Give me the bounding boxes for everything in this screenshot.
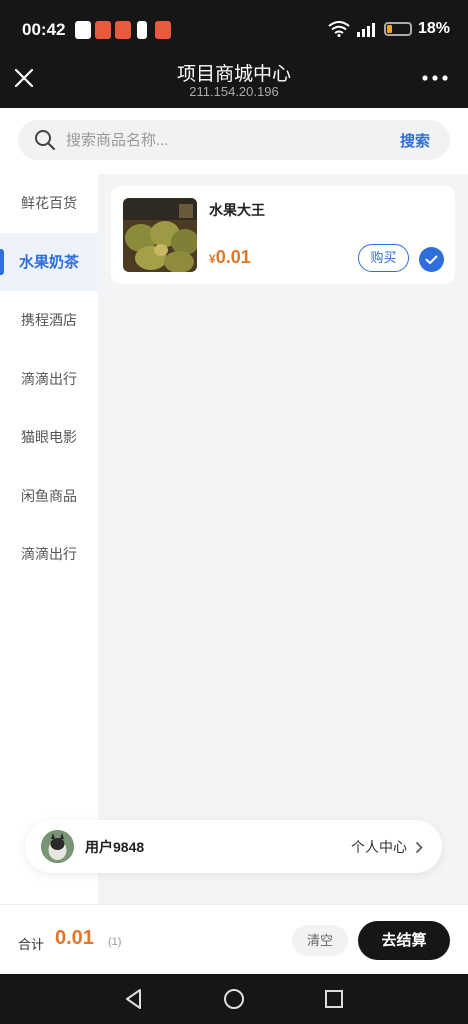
product-name: 水果大王 [209, 202, 265, 218]
alert-notification-icon [137, 21, 147, 39]
personal-center-label: 个人中心 [351, 839, 407, 855]
buy-button[interactable]: 购买 [358, 244, 409, 272]
battery-icon [383, 22, 412, 36]
select-checkbox[interactable] [419, 247, 444, 272]
price-value: 0.01 [215, 247, 251, 267]
total-amount: 0.01 [55, 927, 94, 949]
qq-notification-icon [75, 21, 91, 39]
status-time: 00:42 [22, 20, 66, 39]
sidebar-item-didi-2[interactable]: 滴滴出行 [0, 525, 98, 584]
battery-level: 18% [417, 20, 450, 37]
category-sidebar: 鲜花百货 水果奶茶 携程酒店 滴滴出行 猫眼电影 闲鱼商品 滴滴出行 [0, 174, 98, 904]
sidebar-item-fruit-tea[interactable]: 水果奶茶 [0, 232, 98, 291]
search-input[interactable] [66, 126, 366, 154]
more-icon[interactable] [422, 74, 448, 82]
app-notification-icon [95, 21, 111, 39]
app-notification-icon [115, 21, 131, 39]
home-icon[interactable] [222, 987, 246, 1011]
status-right: 18% [328, 20, 450, 38]
product-card[interactable]: 水果大王 ¥0.01 购买 [111, 186, 455, 284]
chevron-right-icon [415, 841, 423, 853]
page-subtitle: 211.154.20.196 [189, 84, 279, 99]
wifi-icon [328, 21, 350, 37]
back-icon[interactable] [122, 987, 146, 1011]
search-button[interactable]: 搜索 [400, 130, 430, 151]
search-bar: 搜索 [18, 120, 450, 160]
checkmark-icon [425, 255, 438, 264]
sidebar-item-flowers[interactable]: 鲜花百货 [0, 174, 98, 233]
search-icon [35, 130, 56, 151]
sidebar-item-didi[interactable]: 滴滴出行 [0, 350, 98, 409]
search-section: 搜索 [0, 108, 468, 174]
signal-icon [356, 23, 375, 37]
product-price: ¥0.01 [209, 247, 251, 268]
personal-center-link[interactable]: 个人中心 [351, 837, 423, 857]
user-name: 用户9848 [85, 839, 145, 855]
page-title: 项目商城中心 [176, 64, 291, 85]
app-notification-icon [155, 21, 171, 39]
total-label: 合计 [18, 937, 45, 952]
system-nav-bar [0, 974, 468, 1024]
cart-bar: 合计 0.01 (1) 清空 去结算 [0, 904, 468, 974]
clear-button[interactable]: 清空 [292, 925, 348, 956]
sidebar-item-xianyu[interactable]: 闲鱼商品 [0, 467, 98, 526]
sidebar-item-maoyan[interactable]: 猫眼电影 [0, 408, 98, 467]
user-bar[interactable]: 用户9848 个人中心 [25, 820, 442, 873]
recents-icon[interactable] [322, 987, 346, 1011]
product-image [123, 198, 197, 272]
app-header: 项目商城中心 211.154.20.196 [0, 58, 468, 108]
avatar [41, 830, 74, 863]
cart-count: (1) [108, 936, 122, 948]
checkout-button[interactable]: 去结算 [358, 921, 450, 960]
status-bar: 00:42 18% [0, 0, 468, 58]
currency-symbol: ¥ [209, 252, 216, 266]
sidebar-item-ctrip-hotel[interactable]: 携程酒店 [0, 291, 98, 350]
